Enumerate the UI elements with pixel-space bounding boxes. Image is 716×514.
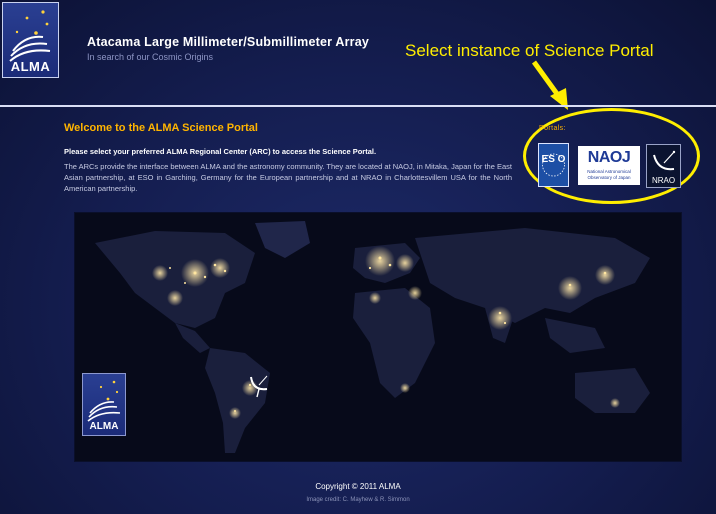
welcome-heading: Welcome to the ALMA Science Portal [64,122,258,134]
header-divider [0,105,716,107]
alma-logo[interactable]: ALMA [2,2,59,78]
radio-dish-icon [653,150,676,171]
site-title: Atacama Large Millimeter/Submillimeter A… [87,35,370,49]
image-credit-text: Image credit: C. Mayhew & R. Simmon [306,497,410,503]
eso-logo-icon [542,153,565,177]
nrao-portal-button[interactable]: NRAO [646,144,681,188]
annotation-text: Select instance of Science Portal [405,41,654,60]
description-text: The ARCs provide the interface between A… [64,162,512,193]
night-lights-map-image [75,213,681,461]
naoj-logo-subtext: National Astronomical Observatory of Jap… [587,169,631,180]
portals-label: Portals: [539,125,566,132]
instruction-text: Please select your preferred ALMA Region… [64,147,377,156]
map-alma-logo: ALMA [82,373,126,436]
nrao-logo-text: NRAO [651,176,676,185]
copyright-text: Copyright © 2011 ALMA [315,482,401,491]
naoj-portal-button[interactable]: NAOJ National Astronomical Observatory o… [578,146,640,185]
map-logo-text: ALMA [89,421,119,432]
logo-text: ALMA [10,59,51,74]
eso-portal-button[interactable]: ES O [538,143,569,187]
naoj-logo-text: NAOJ [587,149,631,166]
site-subtitle: In search of our Cosmic Origins [87,52,214,62]
world-night-map [75,213,681,461]
eso-logo-text: ES O [541,154,566,165]
